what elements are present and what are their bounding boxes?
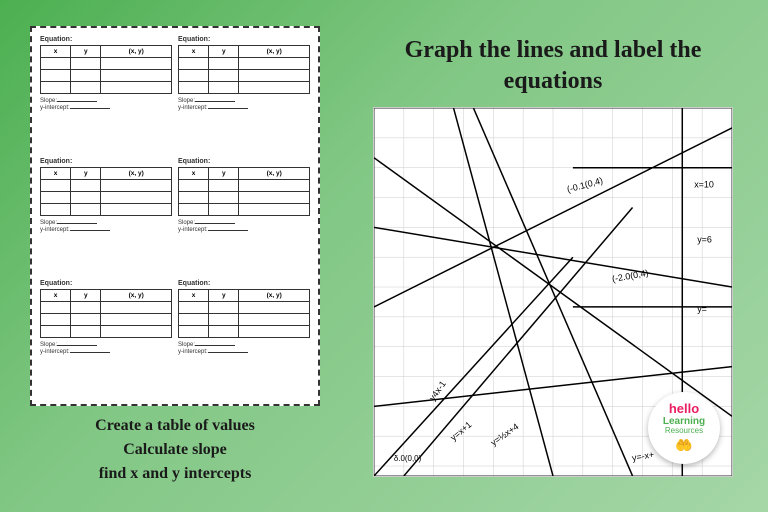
intercept-label-2: y-intercept: — [178, 105, 310, 111]
graph-eq-label-10: δ.0(0,0) — [394, 454, 422, 463]
col-xy-1: (x, y) — [101, 46, 172, 58]
graph-title: Graph the lines and label the equations — [405, 35, 702, 97]
intercept-label-5: y-intercept: — [40, 349, 172, 355]
slope-intercept-2: Slope: y-intercept: — [178, 98, 310, 111]
hello-text: hello — [669, 402, 699, 416]
col-x-2: x — [179, 46, 209, 58]
eq-table-5: x y (x, y) — [40, 289, 172, 338]
caption-line-3: find x and y intercepts — [95, 462, 255, 486]
left-panel: Equation: x y (x, y) Slope: y-interc — [20, 26, 330, 486]
graph-container: (-0.1(0,4) (-2.0(0,4) x=10 y=6 y= y4x-1 … — [373, 107, 733, 477]
equation-box-6: Equation: x y (x, y) Slope: y-interc — [178, 280, 310, 396]
col-y-3: y — [71, 168, 101, 180]
col-x-6: x — [179, 290, 209, 302]
col-y-2: y — [209, 46, 239, 58]
intercept-label-1: y-intercept: — [40, 105, 172, 111]
equation-box-2: Equation: x y (x, y) Slope: y-interc — [178, 36, 310, 152]
col-y-6: y — [209, 290, 239, 302]
eq-table-3: x y (x, y) — [40, 167, 172, 216]
slope-intercept-3: Slope: y-intercept: — [40, 220, 172, 233]
graph-eq-label-3: x=10 — [694, 180, 714, 190]
col-x-1: x — [41, 46, 71, 58]
slope-label-6: Slope: — [178, 342, 310, 348]
col-y-5: y — [71, 290, 101, 302]
graph-title-line1: Graph the lines and label the — [405, 37, 702, 63]
col-xy-2: (x, y) — [239, 46, 310, 58]
caption-line-1: Create a table of values — [95, 414, 255, 438]
slope-intercept-1: Slope: y-intercept: — [40, 98, 172, 111]
col-x-4: x — [179, 168, 209, 180]
worksheet: Equation: x y (x, y) Slope: y-interc — [30, 26, 320, 406]
equation-box-4: Equation: x y (x, y) Slope: y-interc — [178, 158, 310, 274]
eq-table-1: x y (x, y) — [40, 45, 172, 94]
col-xy-3: (x, y) — [101, 168, 172, 180]
graph-eq-label-4: y=6 — [697, 234, 712, 244]
eq-label-6: Equation: — [178, 280, 310, 287]
col-xy-5: (x, y) — [101, 290, 172, 302]
eq-table-4: x y (x, y) — [178, 167, 310, 216]
slope-label-2: Slope: — [178, 98, 310, 104]
slope-label-1: Slope: — [40, 98, 172, 104]
eq-label-3: Equation: — [40, 158, 172, 165]
eq-table-2: x y (x, y) — [178, 45, 310, 94]
badge-icon: 🤲 — [675, 437, 692, 454]
slope-intercept-4: Slope: y-intercept: — [178, 220, 310, 233]
slope-label-3: Slope: — [40, 220, 172, 226]
col-xy-4: (x, y) — [239, 168, 310, 180]
intercept-label-3: y-intercept: — [40, 227, 172, 233]
slope-label-4: Slope: — [178, 220, 310, 226]
equation-box-3: Equation: x y (x, y) Slope: y-interc — [40, 158, 172, 274]
intercept-label-6: y-intercept: — [178, 349, 310, 355]
intercept-label-4: y-intercept: — [178, 227, 310, 233]
equation-box-1: Equation: x y (x, y) Slope: y-interc — [40, 36, 172, 152]
eq-label-4: Equation: — [178, 158, 310, 165]
resources-text: Resources — [665, 427, 703, 436]
eq-table-6: x y (x, y) — [178, 289, 310, 338]
eq-label-5: Equation: — [40, 280, 172, 287]
eq-label-2: Equation: — [178, 36, 310, 43]
col-x-5: x — [41, 290, 71, 302]
right-panel: Graph the lines and label the equations — [358, 35, 748, 477]
graph-eq-label-5: y= — [697, 304, 707, 314]
hello-learning-badge: hello Learning Resources 🤲 — [648, 392, 720, 464]
eq-label-1: Equation: — [40, 36, 172, 43]
caption: Create a table of values Calculate slope… — [95, 414, 255, 486]
col-x-3: x — [41, 168, 71, 180]
col-y-1: y — [71, 46, 101, 58]
slope-intercept-5: Slope: y-intercept: — [40, 342, 172, 355]
slope-label-5: Slope: — [40, 342, 172, 348]
equation-box-5: Equation: x y (x, y) Slope: y-interc — [40, 280, 172, 396]
graph-title-line2: equations — [504, 68, 603, 94]
col-y-4: y — [209, 168, 239, 180]
slope-intercept-6: Slope: y-intercept: — [178, 342, 310, 355]
col-xy-6: (x, y) — [239, 290, 310, 302]
caption-line-2: Calculate slope — [95, 438, 255, 462]
